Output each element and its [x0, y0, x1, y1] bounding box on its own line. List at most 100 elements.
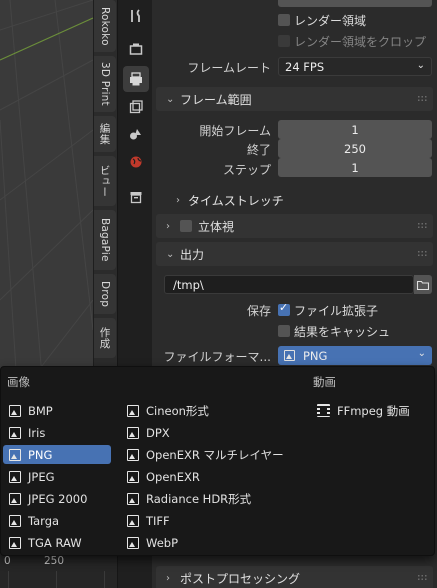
format-option-bmp[interactable]: BMP — [3, 401, 111, 420]
format-option-png[interactable]: PNG — [3, 445, 111, 464]
option-label: OpenEXR — [146, 469, 200, 484]
top-partial-field[interactable] — [278, 0, 432, 7]
framerate-select[interactable]: 24 FPS ⌄ — [278, 57, 432, 76]
format-option-webp[interactable]: WebP — [121, 533, 301, 552]
tab-label: Drop — [99, 280, 111, 308]
frame-step-label: ステップ — [222, 163, 271, 177]
image-file-icon — [127, 492, 139, 505]
format-option-cineon[interactable]: Cineon形式 — [121, 401, 301, 420]
save-label: 保存 — [246, 304, 271, 318]
file-extension-label: ファイル拡張子 — [294, 304, 379, 318]
file-format-dropdown[interactable]: 画像 動画 BMP Iris PNG JPEG JPEG 2000 Targa … — [0, 366, 435, 556]
view-layer-icon[interactable] — [123, 94, 149, 120]
drag-grip-icon[interactable] — [417, 222, 427, 230]
option-label: FFmpeg 動画 — [337, 403, 410, 418]
frame-start-label: 開始フレーム — [199, 124, 271, 138]
crop-region-checkbox[interactable] — [278, 35, 290, 47]
frame-start-value: 1 — [351, 122, 359, 137]
movie-category-header: 動画 — [313, 375, 336, 389]
image-file-icon — [9, 404, 21, 417]
folder-icon[interactable] — [414, 275, 432, 294]
output-icon[interactable] — [123, 66, 149, 92]
time-stretch-label: タイムストレッチ — [188, 193, 284, 208]
image-file-icon — [127, 448, 139, 461]
frame-step-value: 1 — [351, 160, 359, 175]
drag-grip-icon[interactable] — [417, 250, 427, 258]
scene-icon[interactable] — [123, 121, 149, 147]
cache-result-checkbox[interactable] — [278, 325, 290, 337]
stereoscopy-panel-header[interactable]: › 立体視 — [156, 214, 433, 238]
format-option-radiance-hdr[interactable]: Radiance HDR形式 — [121, 489, 301, 508]
sidebar-tab-view[interactable]: ビュー — [94, 156, 116, 206]
format-option-iris[interactable]: Iris — [3, 423, 111, 442]
format-option-openexr[interactable]: OpenEXR — [121, 467, 301, 486]
file-format-select[interactable]: PNG ⌄ — [278, 346, 432, 365]
option-label: OpenEXR マルチレイヤー — [146, 447, 284, 462]
cache-result-label: 結果をキャッシュ — [294, 325, 391, 339]
tab-label: Rokoko — [99, 6, 111, 46]
sidebar-tab-edit[interactable]: 編集 — [94, 116, 116, 152]
output-path-value: /tmp\ — [173, 277, 204, 292]
tool-icon[interactable] — [123, 3, 149, 29]
chevron-down-icon: ⌄ — [417, 348, 426, 359]
stereoscopy-title: 立体視 — [198, 219, 235, 234]
timeline-tick — [8, 571, 9, 588]
sidebar-tab-create[interactable]: 作成 — [94, 318, 116, 358]
tab-label: 編集 — [98, 123, 111, 145]
format-option-dpx[interactable]: DPX — [121, 423, 301, 442]
option-label: TGA RAW — [28, 535, 82, 550]
render-region-checkbox[interactable] — [278, 14, 290, 26]
post-processing-panel-header[interactable]: › ポストプロセッシング — [156, 566, 433, 588]
frame-end-value: 250 — [344, 141, 366, 156]
file-extension-checkbox[interactable] — [278, 301, 290, 316]
option-label: PNG — [28, 447, 53, 462]
sidebar-tab-3d-print[interactable]: 3D Print — [94, 56, 116, 112]
format-option-tga-raw[interactable]: TGA RAW — [3, 533, 111, 552]
option-label: WebP — [146, 535, 179, 550]
output-panel-header[interactable]: ⌄ 出力 — [156, 242, 433, 266]
format-option-targa[interactable]: Targa — [3, 511, 111, 530]
tab-label: 3D Print — [99, 62, 111, 106]
sidebar-tab-rokoko[interactable]: Rokoko — [94, 0, 116, 52]
output-path-input[interactable]: /tmp\ — [164, 275, 414, 294]
crop-region-label: レンダー領域をクロップ — [294, 35, 427, 49]
format-option-tiff[interactable]: TIFF — [121, 511, 301, 530]
format-option-openexr-multilayer[interactable]: OpenEXR マルチレイヤー — [121, 445, 301, 464]
file-format-value: PNG — [303, 348, 328, 363]
image-file-icon — [9, 426, 21, 439]
image-category-header: 画像 — [7, 375, 30, 389]
image-file-icon — [9, 492, 21, 505]
tab-label: 作成 — [98, 327, 111, 349]
viewport-sidebar-tabs: Rokoko 3D Print 編集 ビュー BagaPie Drop 作成 — [93, 0, 117, 370]
timeline[interactable]: 0 250 — [0, 552, 117, 588]
chevron-down-icon: ⌄ — [166, 93, 175, 105]
frame-end-field[interactable]: 250 — [278, 139, 432, 158]
image-file-icon — [127, 426, 139, 439]
format-option-ffmpeg[interactable]: FFmpeg 動画 — [311, 401, 429, 420]
file-format-label: ファイルフォーマ... — [163, 350, 271, 364]
collection-icon[interactable] — [123, 184, 149, 210]
option-label: Iris — [28, 425, 46, 440]
framerate-label: フレームレート — [187, 61, 271, 75]
image-file-icon — [9, 514, 21, 527]
frame-step-field[interactable]: 1 — [278, 158, 432, 177]
option-label: Radiance HDR形式 — [146, 491, 252, 506]
drag-grip-icon[interactable] — [417, 95, 427, 103]
frame-start-field[interactable]: 1 — [278, 120, 432, 139]
frame-end-label: 終了 — [246, 143, 271, 157]
render-region-label: レンダー領域 — [294, 14, 367, 28]
tab-label: ビュー — [98, 164, 111, 198]
render-icon[interactable] — [123, 36, 149, 62]
format-option-jpeg2000[interactable]: JPEG 2000 — [3, 489, 111, 508]
image-file-icon — [127, 470, 139, 483]
world-icon[interactable] — [123, 149, 149, 175]
timeline-label-start: 0 — [4, 555, 11, 567]
frame-range-panel-header[interactable]: ⌄ フレーム範囲 — [156, 87, 433, 111]
sidebar-tab-bagapie[interactable]: BagaPie — [94, 210, 116, 270]
stereoscopy-checkbox[interactable] — [180, 220, 192, 232]
time-stretch-subpanel[interactable]: › タイムストレッチ — [176, 190, 284, 210]
format-option-jpeg[interactable]: JPEG — [3, 467, 111, 486]
image-file-icon — [284, 350, 295, 361]
drag-grip-icon[interactable] — [417, 574, 427, 582]
sidebar-tab-drop[interactable]: Drop — [94, 274, 116, 314]
